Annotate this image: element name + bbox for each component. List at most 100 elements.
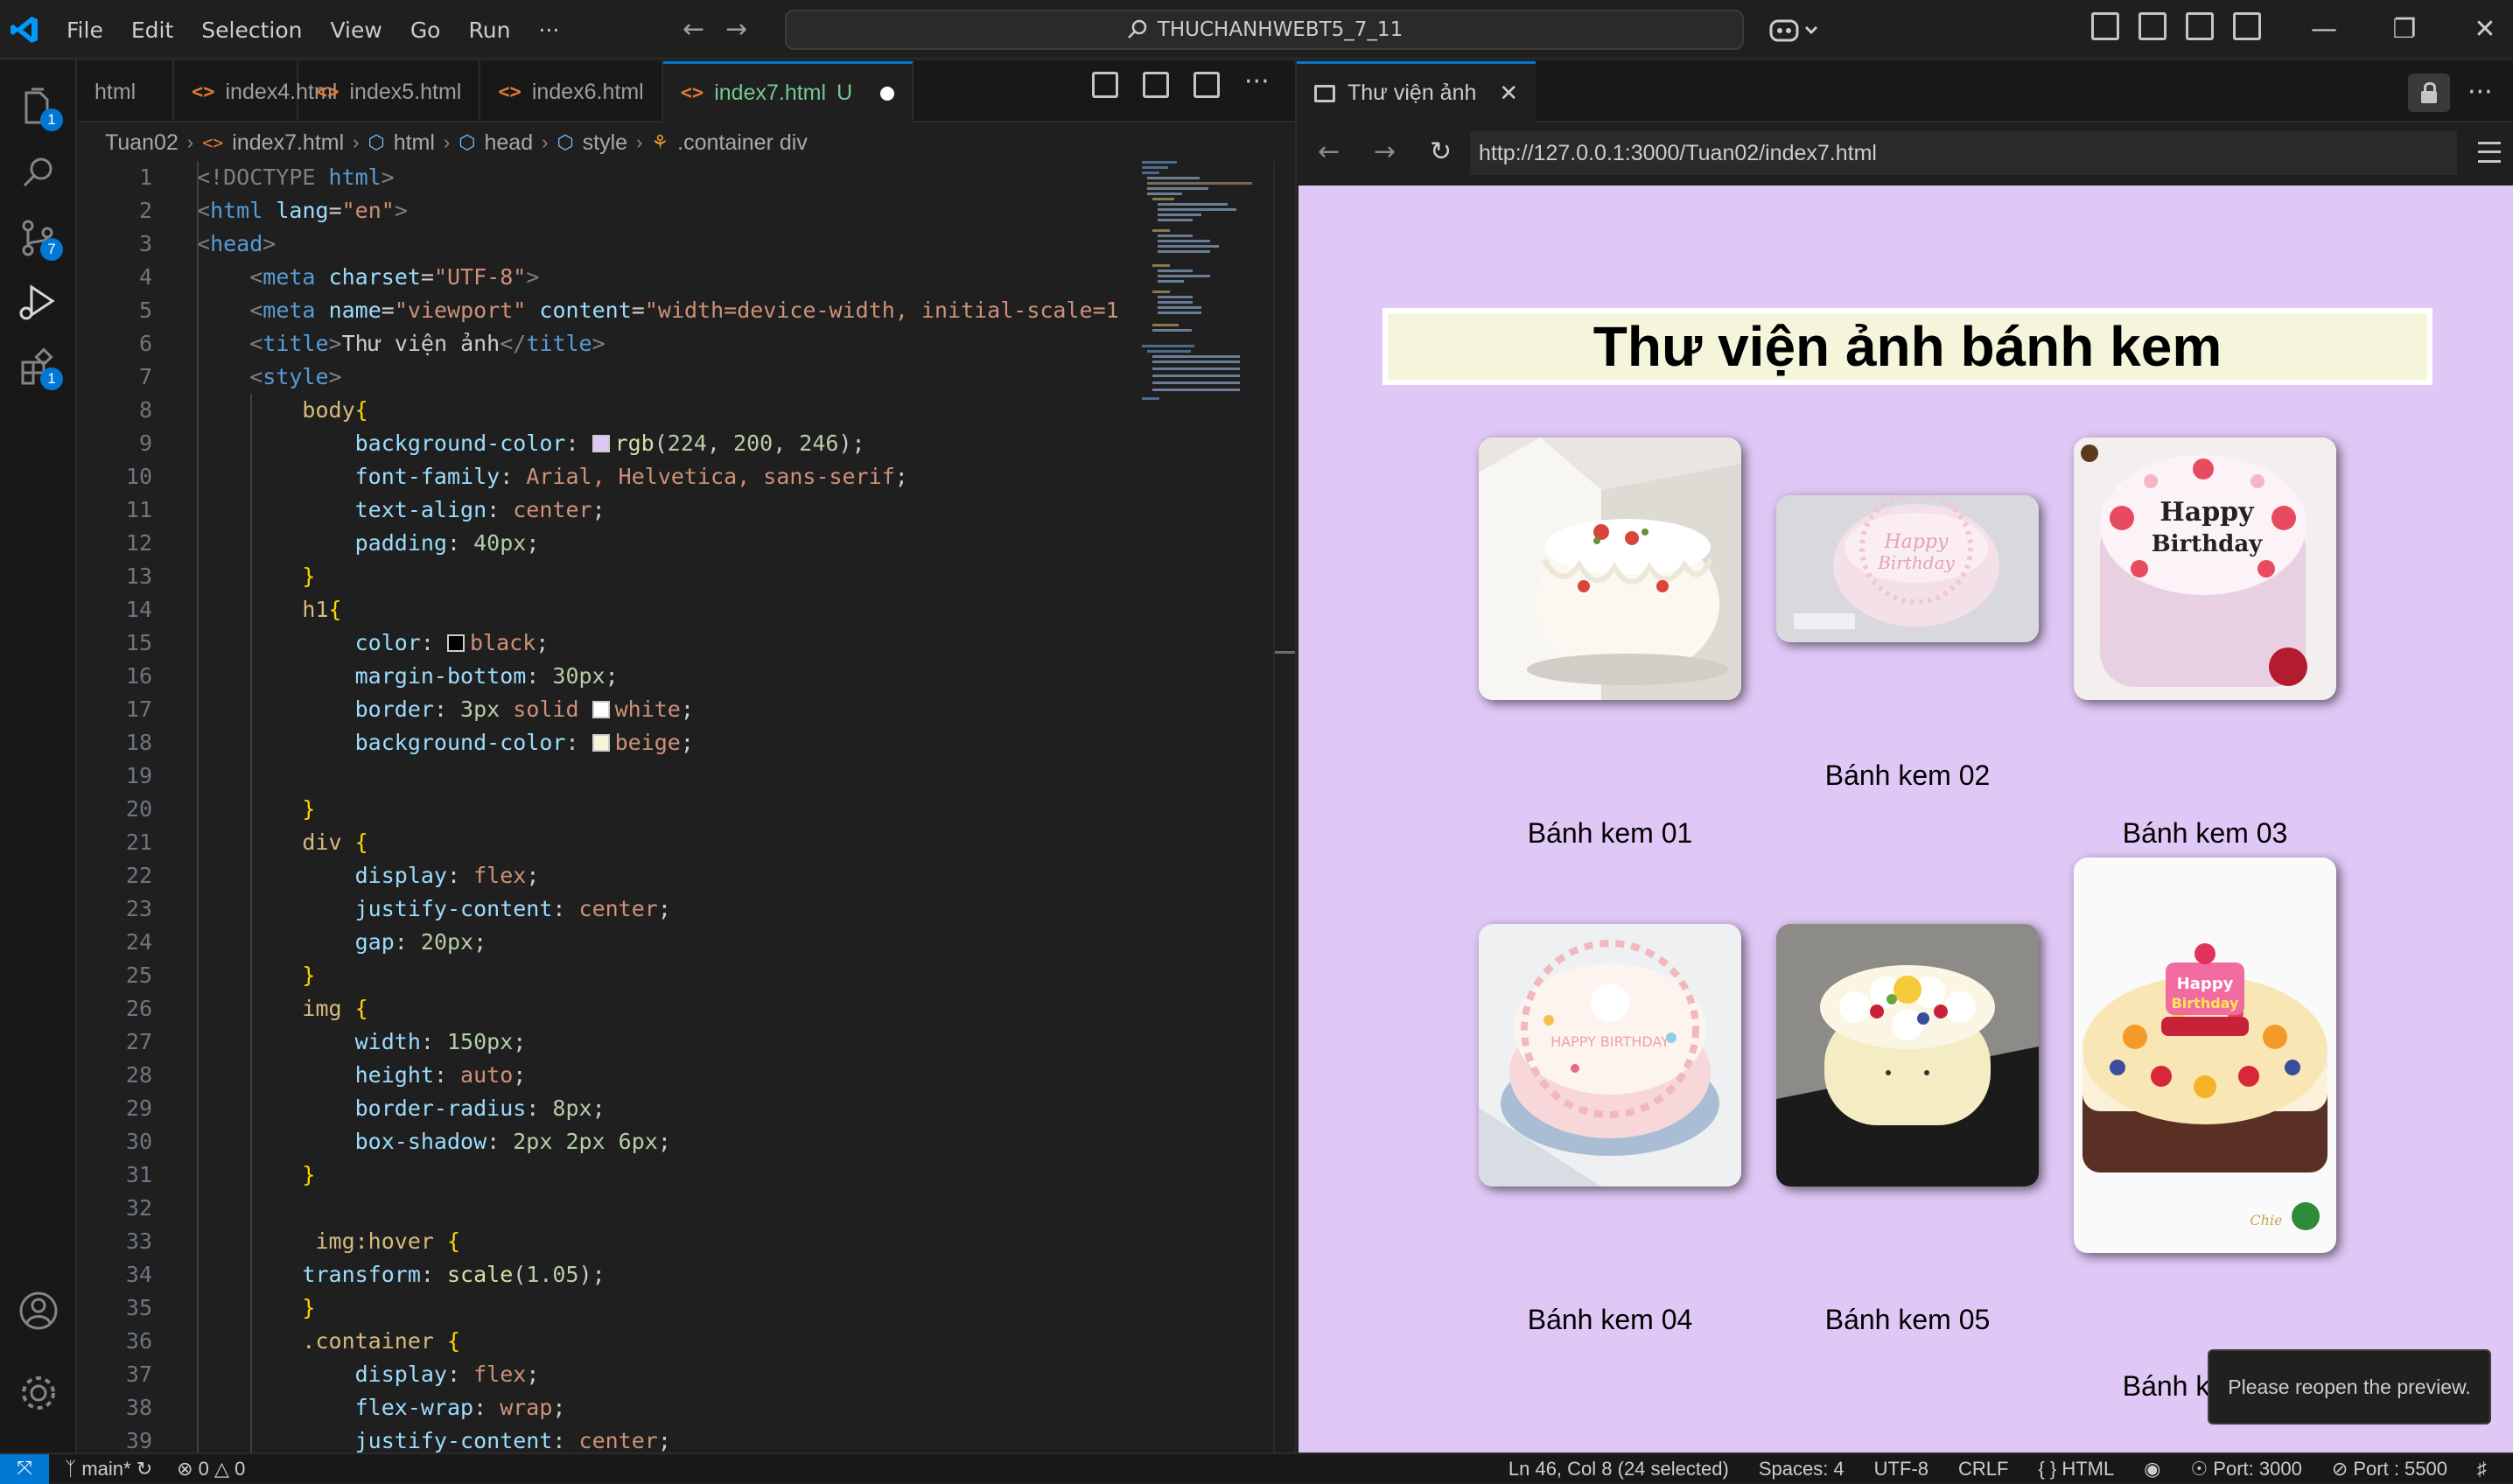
copilot-status-icon[interactable]: ◉ [2144, 1458, 2160, 1480]
line-number: 24 [125, 929, 152, 955]
minimap[interactable] [1133, 161, 1273, 441]
line-number: 9 [138, 430, 152, 456]
explorer-badge: 1 [40, 108, 63, 131]
cake-image-04[interactable]: HAPPY BIRTHDAY [1479, 924, 1741, 1186]
color-swatch-icon[interactable] [592, 701, 610, 718]
tab-index4[interactable]: <> index4.html [174, 61, 337, 122]
extensions-icon[interactable]: 1 [14, 343, 63, 392]
tab-index5[interactable]: <> index5.html [298, 61, 481, 122]
command-center-search[interactable]: THUCHANHWEBT5_7_11 [785, 10, 1744, 50]
customize-layout-icon[interactable] [2091, 12, 2119, 40]
open-preview-icon[interactable] [1092, 72, 1118, 98]
reload-icon[interactable]: ↻ [1430, 136, 1452, 167]
forward-arrow-icon[interactable]: → [725, 14, 747, 46]
split-editor-icon[interactable] [1194, 72, 1220, 98]
color-swatch-icon[interactable] [592, 734, 610, 752]
more-actions-icon[interactable]: ··· [2468, 77, 2493, 108]
back-arrow-icon[interactable]: ← [682, 14, 704, 46]
open-changes-icon[interactable] [1143, 72, 1169, 98]
cake-image-03[interactable]: Happy Birthday [2074, 438, 2336, 700]
preview-tab[interactable]: Thư viện ảnh ✕ [1297, 61, 1536, 122]
run-debug-icon[interactable] [14, 278, 63, 327]
close-tab-icon[interactable]: ✕ [1499, 80, 1518, 107]
color-swatch-icon[interactable] [592, 435, 610, 452]
cake-image-06[interactable]: Happy Birthday Chie [2074, 858, 2336, 1253]
more-actions-icon[interactable]: ··· [1244, 69, 1270, 98]
tab-index6[interactable]: <> index6.html [480, 61, 663, 122]
browser-forward-icon[interactable]: → [1374, 136, 1396, 167]
cake-image-05[interactable] [1776, 924, 2039, 1186]
live-server-port[interactable]: ☉ Port: 3000 [2190, 1458, 2301, 1480]
status-left: ᛉ main* ↻ ⊗ 0 △ 0 [65, 1454, 245, 1484]
menu-more[interactable]: ··· [524, 18, 573, 43]
caption-01: Bánh kem 01 [1527, 817, 1693, 849]
remote-indicator-icon[interactable]: ⤧ [0, 1454, 49, 1484]
history-nav: ← → [682, 14, 747, 46]
menu-run[interactable]: Run [454, 18, 524, 43]
manage-gear-icon[interactable] [14, 1368, 63, 1418]
menu-hamburger-icon[interactable] [2478, 142, 2501, 163]
cake-image-02[interactable]: Happy Birthday [1776, 495, 2039, 642]
copilot-icon[interactable] [1768, 14, 1820, 46]
branch-indicator[interactable]: ᛉ main* ↻ [65, 1458, 152, 1480]
breadcrumb-file[interactable]: index7.html [232, 130, 344, 156]
encoding[interactable]: UTF-8 [1874, 1458, 1928, 1480]
menu-edit[interactable]: Edit [117, 18, 187, 43]
reopen-preview-toast[interactable]: Please reopen the preview. [2208, 1349, 2491, 1424]
breadcrumb-folder[interactable]: Tuan02 [105, 130, 178, 156]
toggle-panel-icon[interactable] [2186, 12, 2214, 40]
cursor-position[interactable]: Ln 46, Col 8 (24 selected) [1508, 1458, 1729, 1480]
code-line: justify-content: center; [354, 1428, 671, 1452]
line-ending[interactable]: CRLF [1958, 1458, 2008, 1480]
menu-view[interactable]: View [316, 18, 396, 43]
restore-icon[interactable]: ❐ [2364, 0, 2445, 60]
explorer-icon[interactable]: 1 [14, 84, 63, 133]
code-line: gap: 20px; [354, 929, 487, 955]
color-swatch-icon[interactable] [447, 634, 465, 652]
menu-file[interactable]: File [52, 18, 117, 43]
minimize-icon[interactable]: — [2284, 0, 2364, 60]
breadcrumb-selector[interactable]: .container div [677, 130, 808, 156]
svg-text:Birthday: Birthday [2172, 995, 2239, 1012]
menu-go[interactable]: Go [396, 18, 455, 43]
code-editor[interactable]: 1 <!DOCTYPE html> 2 <html lang="en"> 3 <hea… [77, 161, 1131, 1452]
tab-index7[interactable]: <> index7.html U [662, 61, 914, 122]
language-mode[interactable]: { } HTML [2038, 1458, 2114, 1480]
search-activity-icon[interactable] [14, 149, 63, 198]
indentation[interactable]: Spaces: 4 [1759, 1458, 1844, 1480]
svg-text:Birthday: Birthday [1877, 552, 1955, 573]
line-number: 7 [138, 364, 152, 389]
code-line: padding: 40px; [354, 530, 540, 556]
notifications-bell-icon[interactable]: ♯ [2477, 1458, 2487, 1480]
toggle-secondary-sidebar-icon[interactable] [2233, 12, 2261, 40]
breadcrumb-style[interactable]: style [583, 130, 627, 156]
line-number: 18 [125, 730, 152, 755]
tab-html[interactable]: html [77, 61, 174, 122]
accounts-icon[interactable] [14, 1286, 63, 1335]
close-window-icon[interactable]: ✕ [2445, 0, 2513, 60]
lock-group-icon[interactable] [2408, 74, 2450, 112]
breadcrumb-head[interactable]: head [484, 130, 533, 156]
line-number: 12 [125, 530, 152, 556]
tab-label: index5.html [349, 79, 462, 104]
line-number: 31 [125, 1162, 152, 1187]
css-rule-icon: ⚘ [651, 131, 669, 153]
source-control-icon[interactable]: 7 [14, 214, 63, 262]
go-live-port[interactable]: ⊘ Port : 5500 [2332, 1458, 2447, 1480]
code-line: box-shadow: 2px 2px 6px; [354, 1129, 671, 1154]
menu-selection[interactable]: Selection [187, 18, 316, 43]
breadcrumb-html[interactable]: html [394, 130, 435, 156]
editor-scrollbar[interactable] [1273, 161, 1297, 1452]
line-number: 27 [125, 1029, 152, 1054]
url-input[interactable]: http://127.0.0.1:3000/Tuan02/index7.html [1470, 131, 2457, 175]
browser-back-icon[interactable]: ← [1318, 136, 1340, 167]
unsaved-dot-icon[interactable] [880, 86, 895, 101]
line-number: 13 [125, 564, 152, 589]
problems-indicator[interactable]: ⊗ 0 △ 0 [177, 1458, 245, 1480]
caption-04: Bánh kem 04 [1527, 1304, 1693, 1335]
cake-image-01[interactable] [1479, 438, 1741, 700]
caption-02: Bánh kem 02 [1824, 760, 1991, 791]
code-line: width: 150px; [354, 1029, 527, 1054]
toggle-primary-sidebar-icon[interactable] [2138, 12, 2166, 40]
code-line: <head> [197, 231, 276, 256]
